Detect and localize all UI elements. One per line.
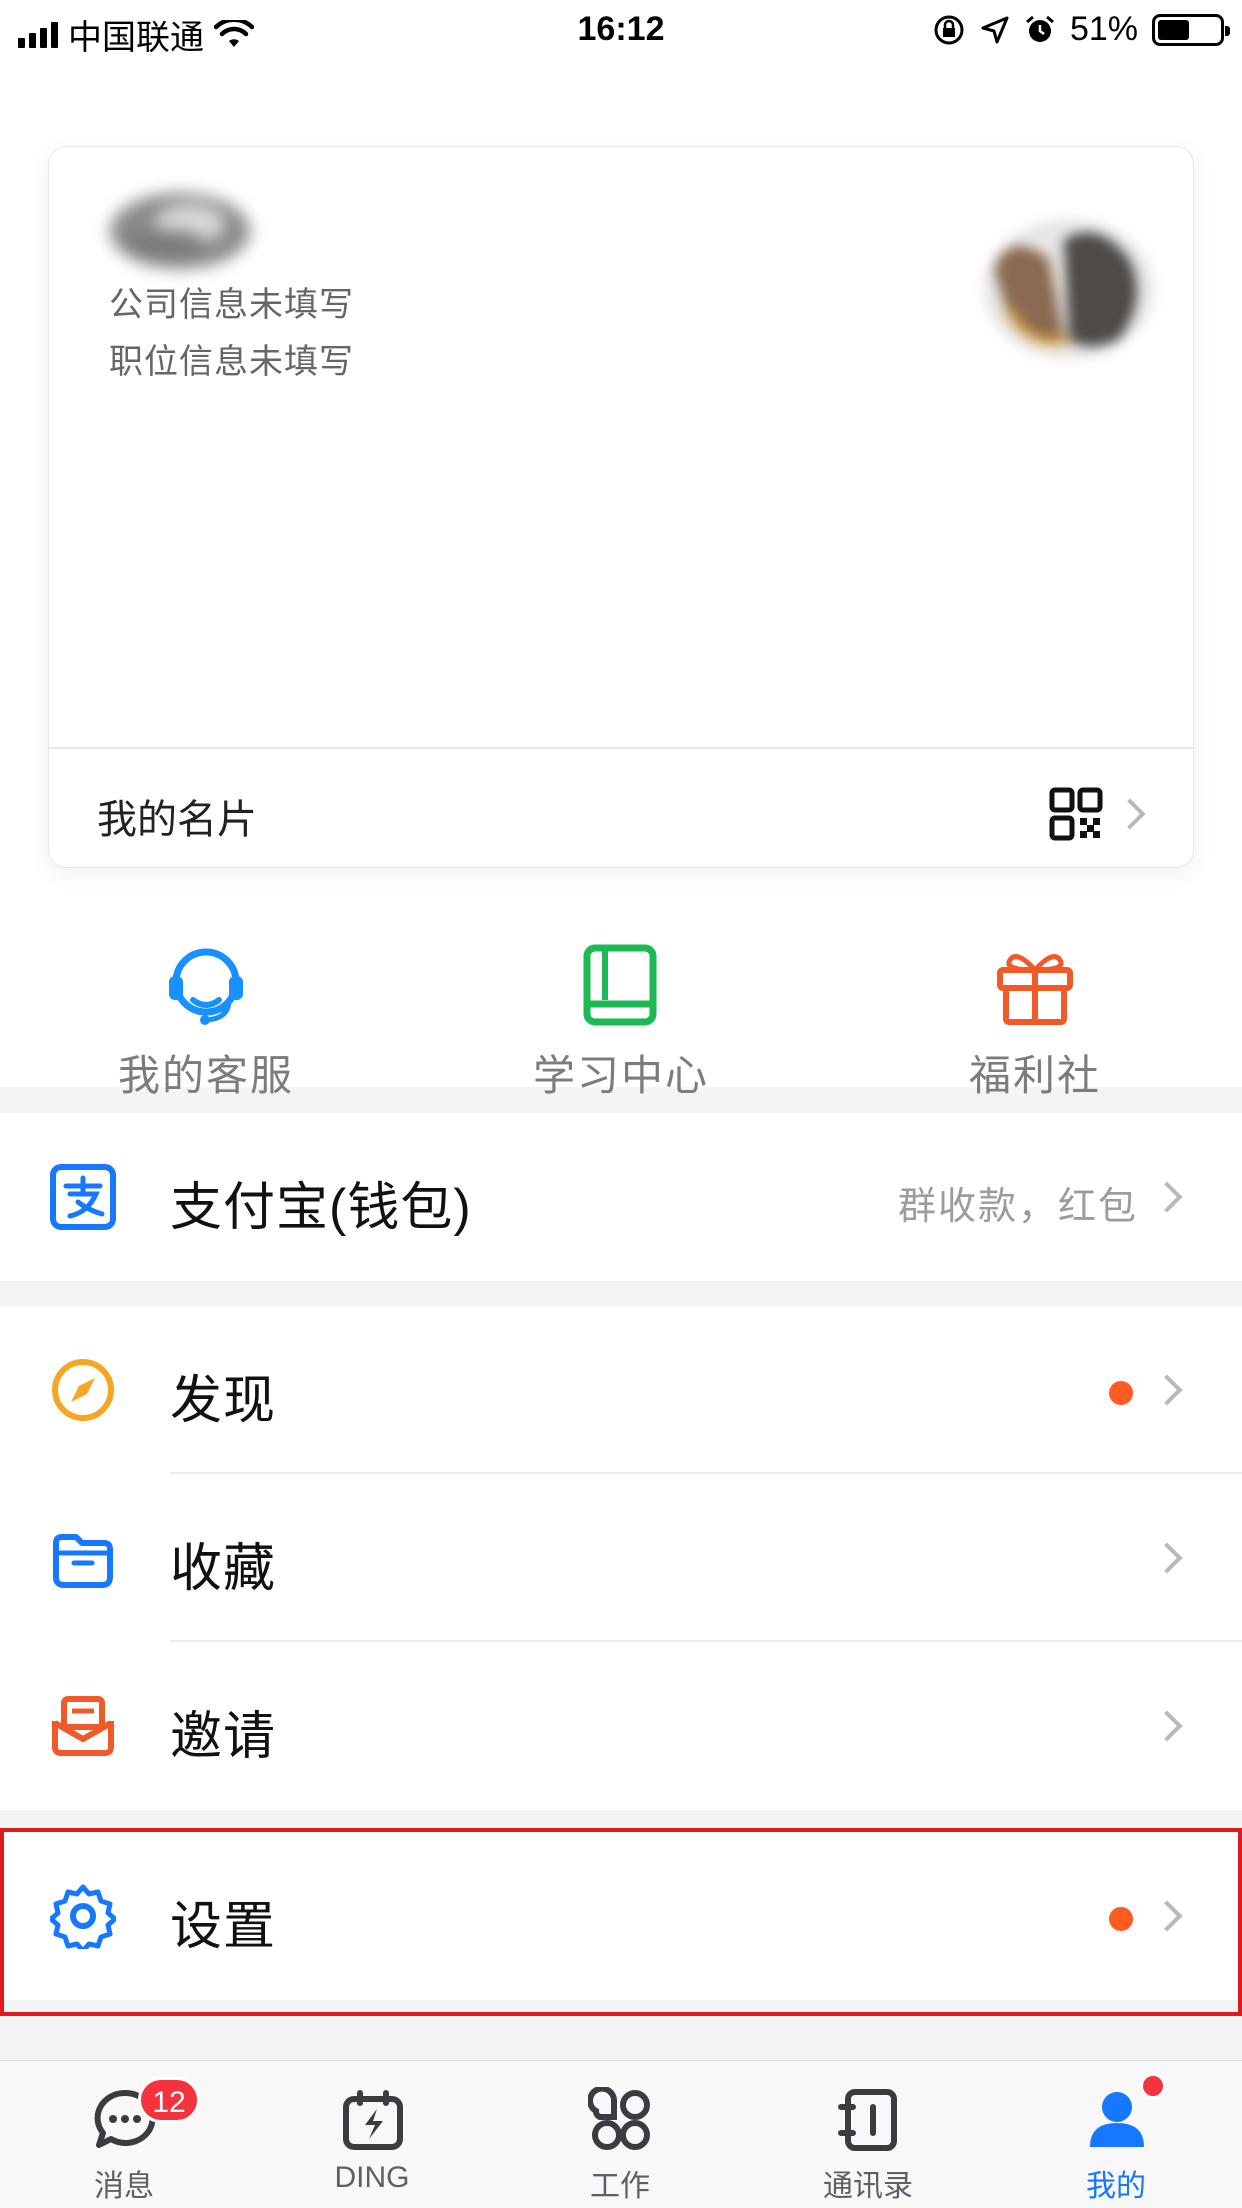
- top-area: 公司信息未填写 职位信息未填写 我的名片 我的客服 学习中心 福利社: [0, 62, 1242, 1099]
- status-right: 51%: [932, 10, 1230, 49]
- shortcut-label: 福利社: [968, 1052, 1101, 1099]
- battery-percent: 51%: [1069, 10, 1138, 48]
- company-logo: [110, 193, 250, 269]
- notification-dot: [1109, 1381, 1133, 1405]
- work-grid-icon: [588, 2087, 650, 2150]
- tab-bar: 12 消息 DING 工作 通讯录 我的: [0, 2060, 1242, 2208]
- location-icon: [981, 16, 1009, 43]
- shortcut-benefits[interactable]: 福利社: [885, 942, 1185, 1103]
- menu-item-label: 邀请: [170, 1708, 277, 1766]
- alipay-icon: [50, 1164, 116, 1230]
- tab-label: 工作: [590, 2170, 650, 2203]
- tab-label: DING: [334, 2161, 410, 2194]
- menu-item-label: 收藏: [170, 1540, 277, 1598]
- chevron-right-icon: [1151, 1181, 1183, 1213]
- shortcut-label: 学习中心: [532, 1052, 709, 1099]
- tab-label: 消息: [94, 2170, 154, 2203]
- company-info: 公司信息未填写: [109, 286, 354, 324]
- highlight-box: [0, 1828, 1242, 2016]
- avatar[interactable]: [969, 199, 1169, 369]
- status-bar: 中国联通 16:12 51%: [0, 0, 1242, 62]
- app-page: 中国联通 16:12 51% 公司信息未填写 职位信息未填写 我的名片 我的客服…: [0, 0, 1242, 2208]
- folder-icon: [53, 1534, 113, 1588]
- book-icon: [583, 944, 657, 1026]
- my-business-card-row[interactable]: 我的名片: [49, 749, 1193, 867]
- invite-icon: [52, 1696, 114, 1756]
- menu-item-invite[interactable]: 邀请: [0, 1642, 1242, 1810]
- tab-me[interactable]: 我的: [992, 2061, 1240, 2208]
- alipay-subtitle: 群收款，红包: [897, 1186, 1138, 1228]
- gift-icon: [997, 954, 1073, 1025]
- battery-icon: [1152, 13, 1230, 46]
- contacts-icon: [838, 2089, 897, 2151]
- qr-code-icon: [1049, 787, 1103, 841]
- my-business-card-label: 我的名片: [97, 798, 257, 842]
- alipay-label: 支付宝(钱包): [170, 1179, 472, 1237]
- chevron-right-icon: [1151, 1710, 1183, 1742]
- shortcut-label: 我的客服: [117, 1052, 294, 1099]
- tab-contacts[interactable]: 通讯录: [744, 2061, 992, 2208]
- position-info: 职位信息未填写: [109, 343, 354, 381]
- chevron-right-icon: [1151, 1542, 1183, 1574]
- tab-label: 我的: [1086, 2170, 1146, 2203]
- customer-service-icon: [169, 948, 243, 1025]
- shortcut-customer-service[interactable]: 我的客服: [56, 942, 356, 1103]
- tab-ding[interactable]: DING: [248, 2061, 496, 2208]
- alipay-section: 支付宝(钱包) 群收款，红包: [0, 1113, 1242, 1281]
- profile-icon: [1090, 2092, 1144, 2147]
- shortcut-learning-center[interactable]: 学习中心: [471, 942, 771, 1103]
- tab-label: 通讯录: [823, 2170, 913, 2203]
- menu-item-discover[interactable]: 发现: [0, 1306, 1242, 1474]
- chevron-right-icon: [1151, 1374, 1183, 1406]
- menu-item-label: 发现: [170, 1372, 277, 1430]
- unread-badge: 12: [138, 2077, 200, 2123]
- notification-dot: [1140, 2073, 1166, 2099]
- chevron-right-icon: [1114, 798, 1146, 830]
- menu-section: 发现 收藏 邀请: [0, 1306, 1242, 1810]
- compass-icon: [52, 1359, 114, 1421]
- menu-item-favorites[interactable]: 收藏: [0, 1474, 1242, 1642]
- tab-messages[interactable]: 12 消息: [0, 2061, 248, 2208]
- alarm-icon: [1025, 15, 1054, 42]
- alipay-row[interactable]: 支付宝(钱包) 群收款，红包: [0, 1113, 1242, 1281]
- tab-work[interactable]: 工作: [496, 2061, 744, 2208]
- ding-icon: [343, 2090, 403, 2150]
- profile-card[interactable]: 公司信息未填写 职位信息未填写 我的名片: [48, 146, 1194, 868]
- rotation-lock-icon: [934, 15, 964, 44]
